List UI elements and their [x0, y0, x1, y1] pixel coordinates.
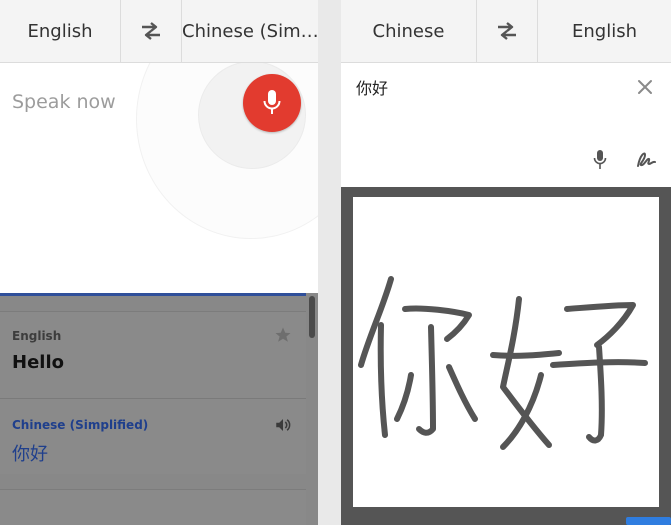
star-icon[interactable] [274, 326, 292, 344]
speech-translate-screen: English Chinese (Sim… Speak now English [0, 0, 318, 525]
card-divider [0, 398, 306, 399]
next-card [0, 489, 306, 525]
swap-languages-button[interactable] [476, 0, 538, 62]
target-language-button[interactable]: English [538, 21, 671, 42]
source-language-label: English [12, 329, 62, 343]
translation-results-overlay: English Hello Chinese (Simplified) 你好 [0, 293, 318, 525]
swap-languages-button[interactable] [120, 0, 182, 62]
language-bar: Chinese English [341, 0, 671, 63]
target-language-button[interactable]: Chinese (Sim… [182, 21, 318, 42]
handwriting-pad-frame [341, 187, 671, 525]
speak-now-prompt: Speak now [12, 91, 116, 113]
handwriting-icon[interactable] [635, 149, 657, 169]
input-text[interactable]: 你好 [356, 75, 388, 99]
source-language-button[interactable]: English [0, 21, 120, 42]
speech-input-area: Speak now [0, 63, 318, 293]
handwriting-action-button[interactable] [626, 517, 671, 525]
close-icon[interactable] [637, 79, 653, 95]
scrollbar[interactable] [309, 296, 315, 338]
handwriting-strokes [358, 276, 648, 450]
handwriting-canvas[interactable] [353, 197, 659, 507]
language-bar: English Chinese (Sim… [0, 0, 318, 63]
swap-arrows-icon [498, 22, 516, 40]
speaker-icon[interactable] [274, 416, 292, 434]
microphone-icon[interactable] [593, 149, 607, 171]
microphone-icon [263, 90, 281, 114]
microphone-button[interactable] [243, 74, 301, 132]
handwriting-translate-screen: Chinese English 你好 [341, 0, 671, 525]
target-language-label: Chinese (Simplified) [12, 418, 149, 432]
text-input-area[interactable]: 你好 [341, 63, 671, 187]
source-language-button[interactable]: Chinese [341, 21, 476, 42]
translation-card[interactable]: English Hello Chinese (Simplified) 你好 [0, 311, 306, 474]
swap-arrows-icon [142, 22, 160, 40]
source-text: Hello [12, 352, 64, 373]
translated-text: 你好 [12, 444, 48, 465]
results-accent-line [0, 293, 306, 296]
